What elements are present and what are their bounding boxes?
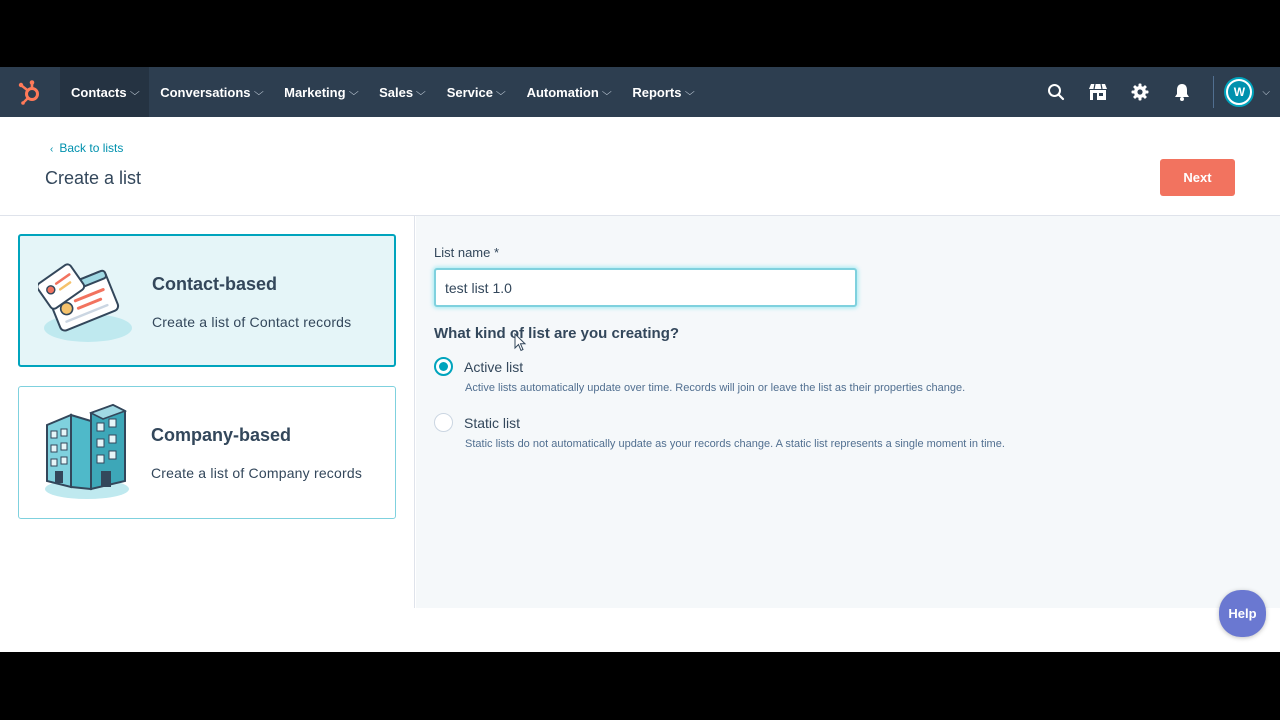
chevron-down-icon: ⌵ (253, 86, 264, 98)
app-window: Contacts ⌵ Conversations ⌵ Marketing ⌵ Sale… (0, 67, 1280, 652)
chevron-down-icon: ⌵ (348, 86, 359, 98)
card-title: Contact-based (152, 274, 278, 294)
static-list-radio[interactable] (434, 413, 453, 432)
nav-item-label: Reports (632, 84, 682, 100)
avatar[interactable]: W (1224, 77, 1255, 107)
mouse-pointer-icon (514, 333, 527, 352)
nav-item-label: Service (446, 84, 493, 100)
contact-card-illustration-icon (36, 250, 134, 354)
radio-label: Static list (464, 414, 521, 431)
card-title: Company-based (151, 425, 292, 445)
next-button[interactable]: Next (1160, 159, 1235, 196)
nav-item-service[interactable]: Service ⌵ (436, 67, 516, 117)
nav-item-conversations[interactable]: Conversations ⌵ (149, 67, 273, 117)
nav-item-marketing[interactable]: Marketing ⌵ (273, 67, 368, 117)
chevron-down-icon: ⌵ (415, 86, 426, 98)
nav-divider (1213, 76, 1215, 108)
card-description: Create a list of Company records (151, 465, 363, 481)
notifications-icon[interactable] (1161, 67, 1203, 117)
top-nav: Contacts ⌵ Conversations ⌵ Marketing ⌵ Sale… (0, 67, 1280, 117)
letterbox-top (0, 0, 1280, 67)
hubspot-logo-icon[interactable] (0, 67, 60, 117)
nav-item-label: Conversations (160, 84, 251, 100)
search-icon[interactable] (1035, 67, 1077, 117)
back-link-label: Back to lists (59, 141, 124, 155)
list-type-panel: Contact-based Create a list of Contact r… (0, 216, 415, 608)
contact-based-card[interactable]: Contact-based Create a list of Contact r… (18, 234, 396, 367)
avatar-initial: W (1228, 81, 1251, 103)
nav-item-label: Sales (379, 84, 414, 100)
chevron-down-icon: ⌵ (684, 86, 695, 98)
back-to-lists-link[interactable]: ‹ Back to lists (50, 141, 123, 155)
marketplace-icon[interactable] (1077, 67, 1119, 117)
list-details-form: List name * What kind of list are you cr… (416, 216, 1280, 608)
page-header: ‹ Back to lists Create a list Next (0, 117, 1280, 216)
chevron-down-icon: ⌵ (495, 86, 506, 98)
nav-item-contacts[interactable]: Contacts ⌵ (60, 67, 150, 117)
nav-item-label: Automation (526, 84, 599, 100)
chevron-down-icon[interactable]: ⌵ (1262, 87, 1270, 98)
settings-icon[interactable] (1119, 67, 1161, 117)
static-list-option[interactable]: Static list (434, 413, 520, 432)
chevron-left-icon: ‹ (50, 144, 54, 155)
list-kind-question: What kind of list are you creating? (434, 325, 680, 342)
page-title: Create a list (45, 168, 142, 188)
active-list-option[interactable]: Active list (434, 357, 523, 376)
letterbox-bottom (0, 652, 1280, 720)
chevron-down-icon: ⌵ (129, 86, 140, 98)
list-name-label: List name * (434, 245, 500, 260)
nav-item-label: Contacts (71, 84, 127, 100)
nav-item-automation[interactable]: Automation ⌵ (516, 67, 622, 117)
static-list-help-text: Static lists do not automatically update… (465, 438, 1005, 450)
radio-label: Active list (464, 358, 524, 375)
chevron-down-icon: ⌵ (601, 86, 612, 98)
nav-right-tools: W ⌵ (1035, 67, 1280, 117)
company-building-illustration-icon (37, 401, 133, 505)
company-based-card[interactable]: Company-based Create a list of Company r… (18, 386, 396, 519)
active-list-help-text: Active lists automatically update over t… (465, 382, 966, 394)
card-description: Create a list of Contact records (152, 314, 352, 330)
radio-dot (439, 362, 448, 371)
active-list-radio[interactable] (434, 357, 453, 376)
nav-item-sales[interactable]: Sales ⌵ (368, 67, 436, 117)
nav-item-label: Marketing (284, 84, 346, 100)
help-button[interactable]: Help (1219, 590, 1266, 637)
list-name-input[interactable] (434, 268, 857, 307)
nav-item-reports[interactable]: Reports ⌵ (621, 67, 704, 117)
